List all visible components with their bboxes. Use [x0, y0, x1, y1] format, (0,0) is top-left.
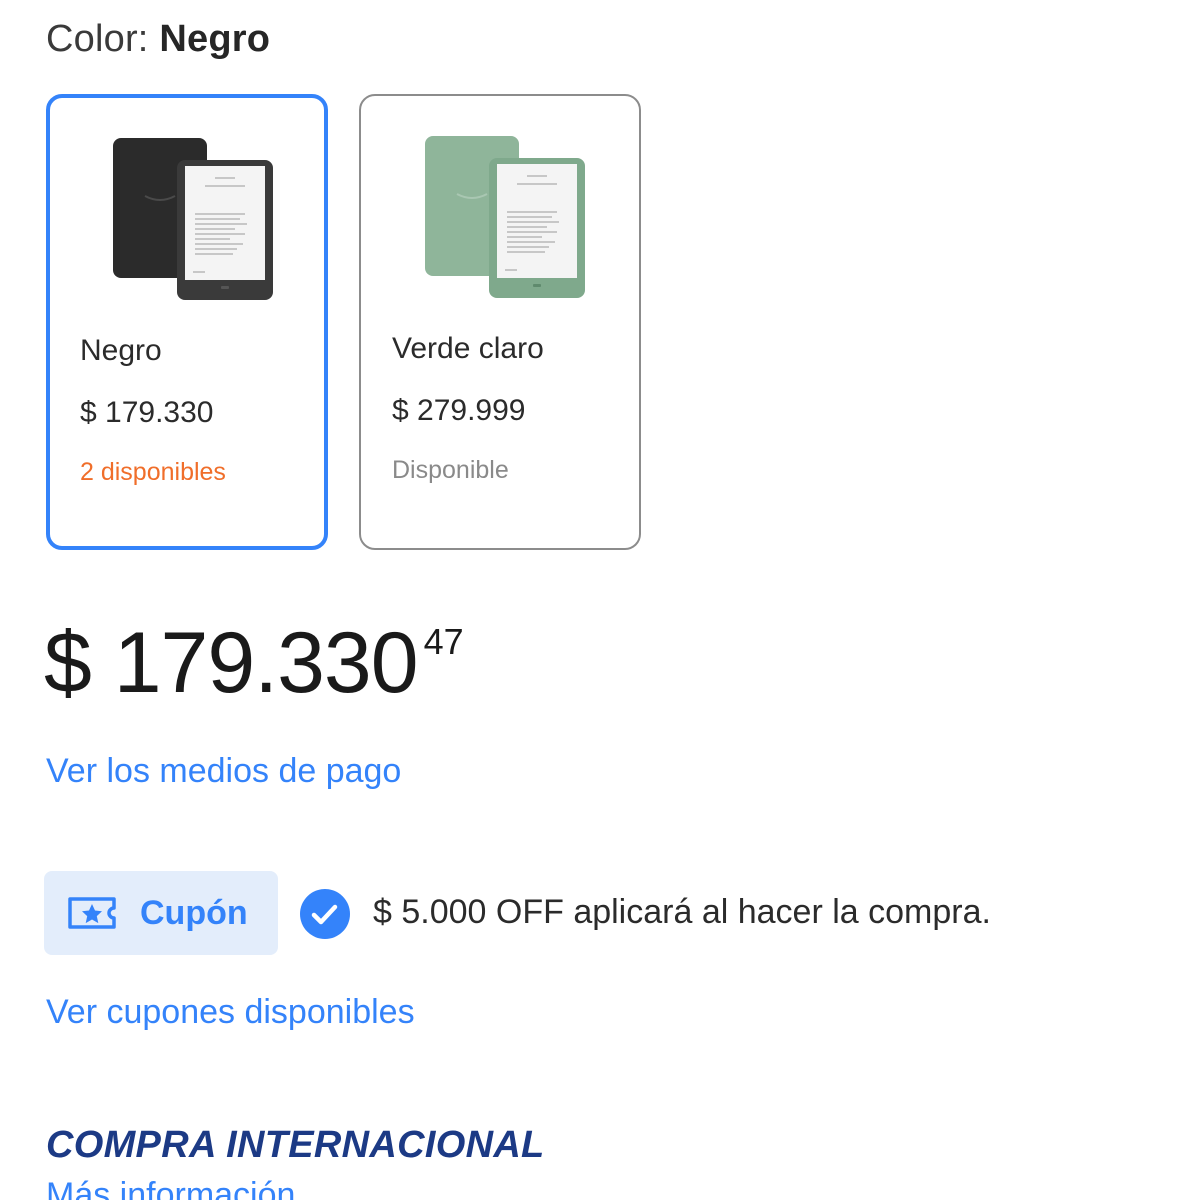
check-circle-icon: [300, 889, 350, 939]
kindle-black-image: [113, 138, 273, 300]
price-main: $ 179.330: [44, 615, 419, 711]
selected-color-value: Negro: [159, 18, 271, 60]
variant-card-negro[interactable]: Negro $ 179.330 2 disponibles: [46, 94, 328, 550]
price-cents: 47: [423, 621, 464, 662]
ticket-star-icon: [68, 897, 116, 929]
coupon-button[interactable]: Cupón: [44, 871, 278, 955]
variant-stock-status: Disponible: [392, 456, 509, 484]
color-selector-heading: Color: Negro: [46, 18, 270, 61]
product-purchase-panel: Color: Negro Negro $ 179.330 2 disponibl…: [0, 0, 1200, 1200]
coupon-label: Cupón: [140, 893, 248, 932]
international-purchase-title: COMPRA INTERNACIONAL: [46, 1124, 545, 1166]
product-price: $ 179.330 47: [44, 620, 464, 706]
variant-price: $ 179.330: [80, 396, 214, 429]
variant-name: Negro: [80, 334, 162, 367]
payment-methods-link[interactable]: Ver los medios de pago: [46, 752, 401, 791]
variant-card-verde-claro[interactable]: Verde claro $ 279.999 Disponible: [359, 94, 641, 550]
color-label: Color:: [46, 18, 149, 60]
coupon-discount-text: $ 5.000 OFF aplicará al hacer la compra.: [373, 893, 991, 931]
kindle-green-image: [425, 136, 585, 298]
variant-name: Verde claro: [392, 332, 544, 365]
available-coupons-link[interactable]: Ver cupones disponibles: [46, 993, 415, 1032]
more-info-link[interactable]: Más información: [46, 1176, 295, 1200]
variant-stock-status: 2 disponibles: [80, 458, 226, 486]
variant-price: $ 279.999: [392, 394, 526, 427]
